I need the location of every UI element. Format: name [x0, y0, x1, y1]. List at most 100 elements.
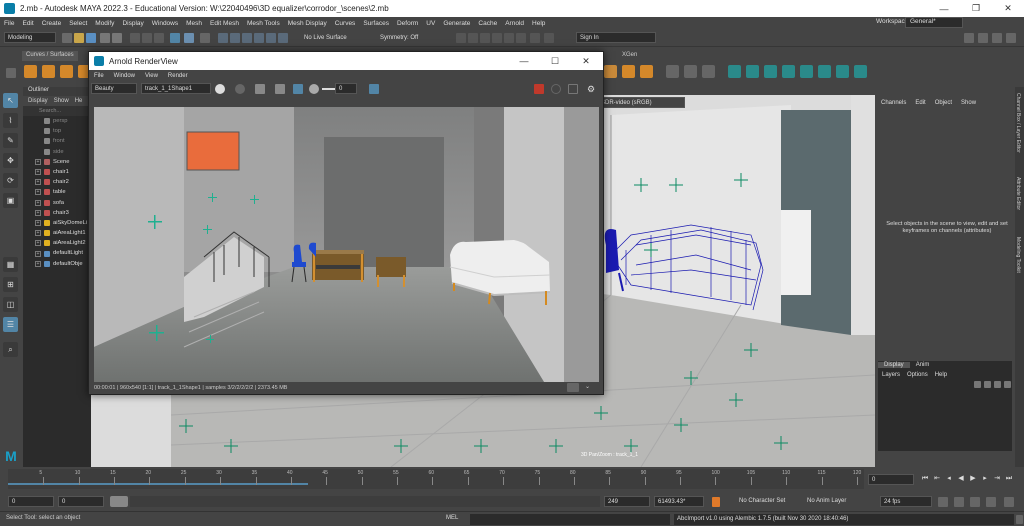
toggle-icon[interactable] — [544, 33, 554, 43]
expand-icon[interactable]: + — [35, 250, 41, 257]
renderview-menu-window[interactable]: Window — [109, 73, 140, 79]
shelf-planar-icon[interactable] — [746, 65, 759, 78]
renderview-camera-icon[interactable] — [567, 383, 579, 392]
render-setup-icon[interactable] — [504, 33, 514, 43]
outliner-item[interactable]: + chair1 — [23, 167, 91, 177]
outliner-item[interactable]: + sofa — [23, 198, 91, 208]
step-back-frame-icon[interactable]: ◂ — [944, 474, 954, 484]
layer-move-down-icon[interactable] — [984, 381, 991, 388]
range-slider-track[interactable] — [130, 496, 600, 507]
snap-grid-icon[interactable] — [218, 33, 228, 43]
side-tab-modeling-toolkit[interactable]: Modeling Toolkit — [1015, 237, 1021, 273]
menu-modify[interactable]: Modify — [91, 20, 118, 27]
close-button[interactable]: ✕ — [992, 0, 1024, 17]
command-line-input[interactable] — [470, 514, 670, 525]
outliner-item[interactable]: + aiAreaLight1 — [23, 228, 91, 238]
auto-key-icon[interactable] — [712, 497, 720, 507]
sign-in-dropdown[interactable]: Sign In — [576, 32, 656, 43]
snap-surface-icon[interactable] — [266, 33, 276, 43]
range-slider-handle[interactable] — [110, 496, 128, 507]
outliner-item[interactable]: +front — [23, 136, 91, 146]
menu-curves[interactable]: Curves — [331, 20, 360, 27]
new-scene-icon[interactable] — [62, 33, 72, 43]
outliner-item[interactable]: + Scene — [23, 157, 91, 167]
render-frame-icon[interactable] — [456, 33, 466, 43]
step-forward-key-icon[interactable]: ⇥ — [992, 474, 1002, 484]
single-perspective-layout-icon[interactable]: ▦ — [3, 257, 18, 272]
render-settings-icon[interactable] — [480, 33, 490, 43]
play-backward-icon[interactable]: ◀ — [956, 474, 966, 484]
snap-vertex-icon[interactable] — [278, 33, 288, 43]
menu-arnold[interactable]: Arnold — [501, 20, 528, 27]
menu-display[interactable]: Display — [118, 20, 147, 27]
shelf-disc-icon[interactable] — [640, 65, 653, 78]
arnold-icon[interactable] — [530, 33, 540, 43]
expand-icon[interactable]: + — [35, 219, 41, 226]
shelf-cube-icon[interactable] — [42, 65, 55, 78]
time-slider-track[interactable]: 5 10 15 20 25 30 35 40 45 50 55 60 65 70 75 80 85 90 95 100… — [8, 469, 864, 489]
four-view-layout-icon[interactable]: ⊞ — [3, 277, 18, 292]
outliner-item[interactable]: + chair3 — [23, 208, 91, 218]
outliner-item[interactable]: +side — [23, 147, 91, 157]
live-surface-label[interactable]: No Live Surface — [304, 35, 347, 41]
new-layer-selected-icon[interactable] — [1004, 381, 1011, 388]
outliner-menu-help[interactable]: He — [75, 98, 83, 104]
symmetry-label[interactable]: Symmetry: Off — [380, 35, 418, 41]
menu-surfaces[interactable]: Surfaces — [359, 20, 393, 27]
checker-icon[interactable] — [255, 84, 265, 94]
expand-icon[interactable]: + — [35, 209, 41, 216]
shelf-tab-curves-surfaces[interactable]: Curves / Surfaces — [22, 51, 78, 61]
shelf-pencil-icon[interactable] — [702, 65, 715, 78]
menu-deform[interactable]: Deform — [393, 20, 422, 27]
select-component-icon[interactable] — [154, 33, 164, 43]
menu-mesh-display[interactable]: Mesh Display — [284, 20, 331, 27]
channel-menu-show[interactable]: Show — [961, 100, 976, 106]
expand-icon[interactable]: + — [35, 230, 41, 237]
outliner-item[interactable]: + chair2 — [23, 177, 91, 187]
save-scene-icon[interactable] — [86, 33, 96, 43]
renderview-settings-gear-icon[interactable]: ⚙ — [586, 84, 596, 94]
display-mode-icon[interactable] — [235, 84, 245, 94]
outliner-item[interactable]: + aiAreaLight2 — [23, 238, 91, 248]
go-to-end-icon[interactable]: ⏭ — [1004, 474, 1014, 484]
prefs-icon[interactable] — [1004, 497, 1014, 507]
shelf-curve-cv-icon[interactable] — [666, 65, 679, 78]
channel-menu-object[interactable]: Object — [935, 100, 952, 106]
select-by-type-icon[interactable] — [170, 33, 180, 43]
menu-create[interactable]: Create — [38, 20, 66, 27]
lut-icon[interactable] — [275, 84, 285, 94]
undo-icon[interactable] — [100, 33, 110, 43]
minimize-button[interactable]: — — [928, 0, 960, 17]
outliner-item[interactable]: + defaultObje — [23, 259, 91, 269]
character-icon[interactable] — [986, 497, 996, 507]
two-view-layout-icon[interactable]: ◫ — [3, 297, 18, 312]
lasso-tool-icon[interactable]: ⌇ — [3, 113, 18, 128]
renderview-menu-view[interactable]: View — [140, 73, 163, 79]
snap-plane-icon[interactable] — [254, 33, 264, 43]
outliner-layout-icon[interactable]: ☰ — [3, 317, 18, 332]
select-hierarchy-icon[interactable] — [130, 33, 140, 43]
exposure-field[interactable]: 0 — [335, 83, 357, 94]
outliner-menu-display[interactable]: Display — [28, 98, 48, 104]
outliner-item[interactable]: +top — [23, 126, 91, 136]
rotate-tool-icon[interactable]: ⟳ — [3, 173, 18, 188]
outliner-menu-show[interactable]: Show — [54, 98, 69, 104]
menu-mesh-tools[interactable]: Mesh Tools — [243, 20, 284, 27]
shelf-plane-icon[interactable] — [604, 65, 617, 78]
script-editor-icon[interactable] — [1016, 515, 1023, 524]
shelf-revolve-icon[interactable] — [764, 65, 777, 78]
outliner-search-input[interactable]: Search... — [23, 106, 91, 116]
sound-icon[interactable] — [954, 497, 964, 507]
start-time-field[interactable]: 0 — [8, 496, 54, 507]
shelf-extrude-icon[interactable] — [782, 65, 795, 78]
layer-tab-anim[interactable]: Anim — [910, 362, 936, 368]
renderview-maximize-button[interactable]: ☐ — [540, 52, 570, 70]
color-space-dropdown[interactable]: SDR-video (sRGB) — [597, 97, 685, 108]
expand-icon[interactable]: + — [35, 199, 41, 206]
expand-icon[interactable]: + — [35, 158, 41, 165]
character-set-dropdown[interactable]: No Character Set — [736, 496, 804, 507]
renderview-expand-icon[interactable]: ⌄ — [585, 383, 590, 390]
shelf-square-icon[interactable] — [836, 65, 849, 78]
layer-menu-options[interactable]: Options — [907, 372, 928, 378]
snap-curve-icon[interactable] — [230, 33, 240, 43]
